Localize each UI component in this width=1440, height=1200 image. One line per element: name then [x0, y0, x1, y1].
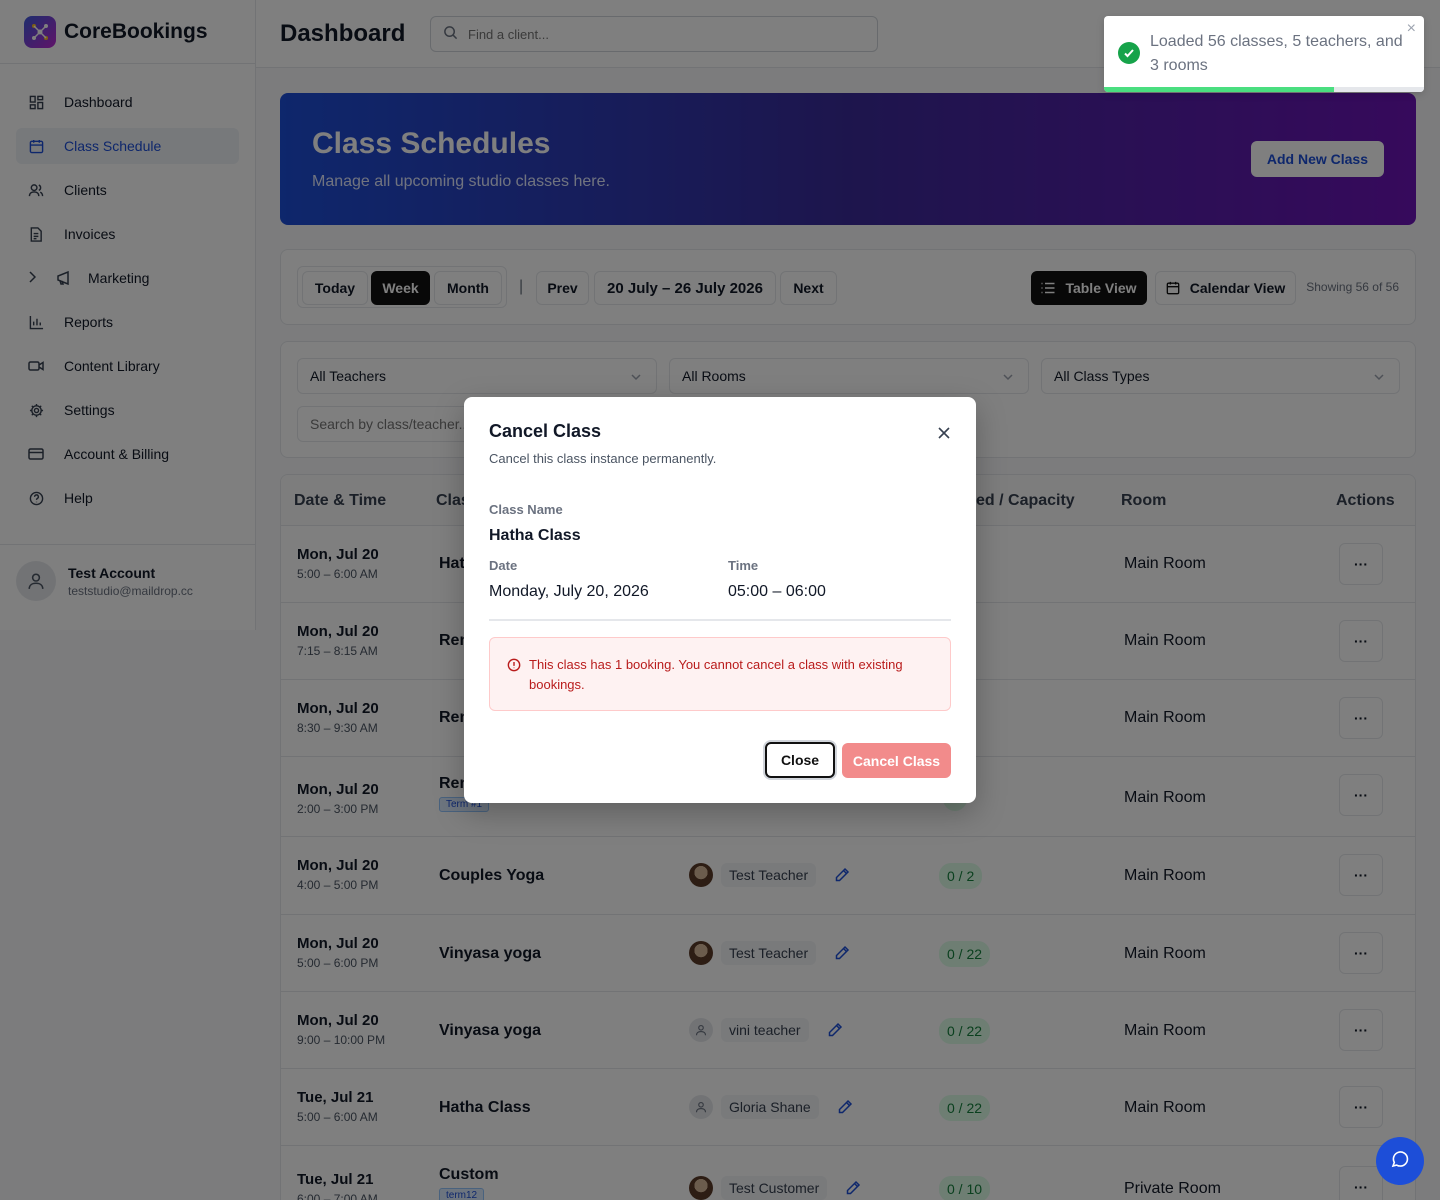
- close-icon[interactable]: [938, 423, 950, 444]
- cancel-class-button[interactable]: Cancel Class: [842, 743, 951, 778]
- toast-progress-track: [1334, 87, 1424, 92]
- toast-progress-bar: [1104, 87, 1334, 92]
- close-button[interactable]: Close: [765, 742, 835, 778]
- alert-message: This class has 1 booking. You cannot can…: [529, 657, 903, 692]
- toast-notification: Loaded 56 classes, 5 teachers, and 3 roo…: [1104, 16, 1424, 92]
- check-circle-icon: [1118, 42, 1140, 64]
- close-icon[interactable]: ×: [1407, 20, 1416, 38]
- chat-bubble-icon: [1390, 1149, 1410, 1174]
- modal-subtitle: Cancel this class instance permanently.: [489, 451, 717, 466]
- chat-button[interactable]: [1376, 1137, 1424, 1185]
- date-value: Monday, July 20, 2026: [489, 583, 649, 600]
- modal-title: Cancel Class: [489, 421, 602, 441]
- class-name-label: Class Name: [489, 502, 563, 517]
- toast-message: Loaded 56 classes, 5 teachers, and 3 roo…: [1150, 33, 1403, 74]
- time-value: 05:00 – 06:00: [728, 583, 826, 600]
- date-label: Date: [489, 558, 518, 573]
- divider: [489, 619, 951, 621]
- cancel-class-modal: Cancel Class Cancel this class instance …: [464, 397, 976, 803]
- error-alert: This class has 1 booking. You cannot can…: [489, 637, 951, 711]
- alert-circle-icon: [507, 658, 521, 677]
- class-name-value: Hatha Class: [489, 527, 581, 544]
- time-label: Time: [728, 558, 759, 573]
